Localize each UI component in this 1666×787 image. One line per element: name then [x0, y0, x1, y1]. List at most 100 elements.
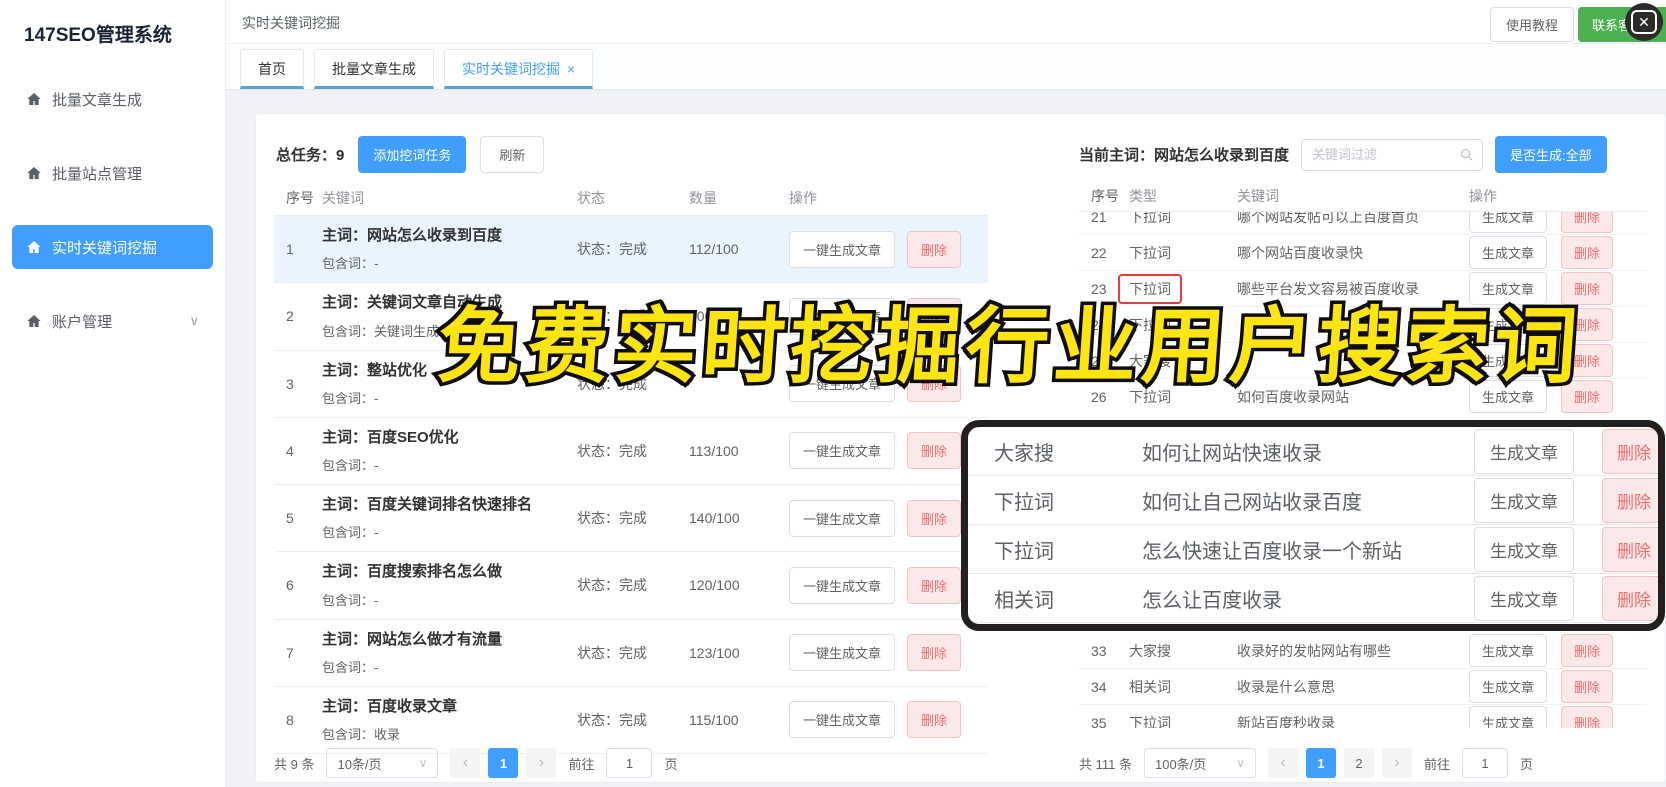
- task-row-num: 2: [286, 308, 294, 325]
- keyword-row[interactable]: 22 下拉词 哪个网站百度收录快 生成文章 删除: [1079, 235, 1647, 271]
- callout-type: 下拉词: [994, 491, 1054, 514]
- delete-button[interactable]: 删除: [907, 634, 962, 672]
- delete-button[interactable]: 删除: [1602, 477, 1658, 523]
- delete-button[interactable]: 删除: [1561, 634, 1614, 667]
- keyword-text: 哪些平台发文容易被百度收录: [1237, 280, 1419, 297]
- sidebar-item-site-batch[interactable]: 批量站点管理: [12, 151, 213, 195]
- keyword-actions: 生成文章 删除: [1469, 706, 1647, 728]
- tab-article-batch[interactable]: 批量文章生成: [314, 49, 434, 89]
- one-click-generate-button[interactable]: 一键生成文章: [789, 230, 896, 268]
- add-mining-task-button[interactable]: 添加挖词任务: [358, 136, 467, 173]
- task-actions: 一键生成文章 删除: [789, 499, 988, 537]
- task-qty: 123/100: [689, 644, 740, 661]
- generate-all-button[interactable]: 是否生成:全部: [1495, 136, 1607, 173]
- callout-keyword: 怎么让百度收录: [1142, 589, 1282, 612]
- page-button-2[interactable]: 2: [1343, 748, 1374, 778]
- col-header-qty: 数量: [689, 189, 717, 206]
- task-row-keyword-cell: 主词：百度SEO优化 包含词：-: [322, 428, 577, 474]
- generate-article-button[interactable]: 生成文章: [1474, 575, 1574, 621]
- one-click-generate-button[interactable]: 一键生成文章: [789, 701, 896, 739]
- task-actions: 一键生成文章 删除: [789, 432, 988, 470]
- keyword-pagination: 共 111 条 100条/页 ∨ ‹ 1 2 › 前往 页: [1079, 748, 1533, 778]
- tab-keyword-mining[interactable]: 实时关键词挖掘 ×: [444, 49, 594, 89]
- sidebar-item-article-batch[interactable]: 批量文章生成: [12, 77, 213, 121]
- refresh-button[interactable]: 刷新: [480, 136, 545, 173]
- keyword-row[interactable]: 34 相关词 收录是什么意思 生成文章 删除: [1079, 669, 1647, 705]
- chevron-down-icon: ∨: [189, 313, 199, 328]
- delete-button[interactable]: 删除: [907, 230, 962, 268]
- delete-button[interactable]: 删除: [1561, 706, 1614, 728]
- one-click-generate-button[interactable]: 一键生成文章: [789, 634, 896, 672]
- per-page-select[interactable]: 100条/页 ∨: [1143, 748, 1256, 778]
- per-page-value: 10条/页: [337, 756, 382, 772]
- content-card: 总任务：9 添加挖词任务 刷新 序号 关键词 状态 数量 操作 1 主词：网站怎…: [255, 113, 1666, 783]
- generate-article-button[interactable]: 生成文章: [1469, 634, 1548, 667]
- keyword-row[interactable]: 33 大家搜 收录好的发帖网站有哪些 生成文章 删除: [1079, 633, 1647, 669]
- sidebar-item-account[interactable]: 账户管理 ∨: [12, 299, 213, 343]
- page-button-1[interactable]: 1: [1305, 748, 1336, 778]
- delete-button[interactable]: 删除: [907, 701, 962, 739]
- goto-page-input[interactable]: [606, 748, 653, 778]
- prev-page-button[interactable]: ‹: [450, 748, 481, 778]
- delete-button[interactable]: 删除: [1602, 575, 1658, 621]
- task-row[interactable]: 4 主词：百度SEO优化 包含词：- 状态：完成 113/100 一键生成文章 …: [274, 418, 988, 485]
- task-row[interactable]: 7 主词：网站怎么做才有流量 包含词：- 状态：完成 123/100 一键生成文…: [274, 620, 988, 687]
- delete-button[interactable]: 删除: [907, 566, 962, 604]
- delete-button[interactable]: 删除: [1561, 670, 1614, 703]
- generate-article-button[interactable]: 生成文章: [1474, 526, 1574, 572]
- tutorial-button[interactable]: 使用教程: [1489, 7, 1574, 42]
- keyword-filter-input[interactable]: [1301, 138, 1484, 171]
- delete-button[interactable]: 删除: [907, 432, 962, 470]
- delete-button[interactable]: 删除: [907, 499, 962, 537]
- task-row-num: 4: [286, 442, 294, 459]
- task-row[interactable]: 6 主词：百度搜索排名怎么做 包含词：- 状态：完成 120/100 一键生成文…: [274, 552, 988, 620]
- task-row[interactable]: 5 主词：百度关键词排名快速排名 包含词：- 状态：完成 140/100 一键生…: [274, 485, 988, 553]
- sidebar-item-label: 批量站点管理: [52, 165, 143, 183]
- generate-article-button[interactable]: 生成文章: [1469, 706, 1548, 728]
- current-main-word: 当前主词：网站怎么收录到百度: [1079, 147, 1290, 164]
- keyword-row[interactable]: 21 下拉词 哪个网站发帖可以上百度首页 生成文章 删除: [1079, 212, 1647, 235]
- next-page-button[interactable]: ›: [1381, 748, 1412, 778]
- goto-label: 前往: [568, 756, 595, 772]
- col-header-actions: 操作: [789, 189, 817, 206]
- sidebar-item-keyword-mining[interactable]: 实时关键词挖掘: [12, 225, 213, 269]
- one-click-generate-button[interactable]: 一键生成文章: [789, 566, 896, 604]
- task-row-keyword-cell: 主词：百度关键词排名快速排名 包含词：-: [322, 495, 577, 541]
- col-header-actions: 操作: [1469, 187, 1497, 204]
- generate-article-button[interactable]: 生成文章: [1474, 428, 1574, 474]
- goto-page-input[interactable]: [1462, 748, 1508, 778]
- delete-button[interactable]: 删除: [1602, 526, 1658, 572]
- generate-article-button[interactable]: 生成文章: [1469, 236, 1548, 269]
- tab-home[interactable]: 首页: [240, 49, 304, 89]
- delete-button[interactable]: 删除: [1602, 428, 1658, 474]
- keyword-text: 收录是什么意思: [1237, 678, 1335, 695]
- task-qty: 140/100: [689, 510, 740, 527]
- callout-type: 相关词: [994, 589, 1054, 612]
- callout-rows: 大家搜 如何让网站快速收录 生成文章 删除 下拉词 如何让自己网站收录百度 生成…: [968, 427, 1658, 623]
- generate-article-button[interactable]: 生成文章: [1469, 670, 1548, 703]
- one-click-generate-button[interactable]: 一键生成文章: [789, 432, 896, 470]
- close-icon[interactable]: ×: [567, 61, 575, 77]
- generate-article-button[interactable]: 生成文章: [1469, 212, 1548, 233]
- keyword-text: 收录好的发帖网站有哪些: [1237, 642, 1391, 659]
- task-row[interactable]: 8 主词：百度收录文章 包含词：收录 状态：完成 115/100 一键生成文章 …: [274, 687, 988, 754]
- prev-page-button[interactable]: ‹: [1267, 748, 1298, 778]
- next-page-button[interactable]: ›: [526, 748, 557, 778]
- total-tasks-label: 总任务：9: [276, 147, 345, 164]
- callout-type: 下拉词: [994, 540, 1054, 563]
- floating-widget-icon[interactable]: ✕: [1625, 3, 1663, 41]
- page-unit-label: 页: [1520, 756, 1534, 772]
- callout-row: 下拉词 如何让自己网站收录百度 生成文章 删除: [968, 476, 1658, 525]
- generate-article-button[interactable]: 生成文章: [1474, 477, 1574, 523]
- page-button-1[interactable]: 1: [488, 748, 519, 778]
- home-icon: [27, 315, 41, 327]
- per-page-select[interactable]: 10条/页 ∨: [326, 748, 439, 778]
- one-click-generate-button[interactable]: 一键生成文章: [789, 499, 896, 537]
- keyword-table-header: 序号 类型 关键词 操作: [1079, 180, 1647, 212]
- delete-button[interactable]: 删除: [1561, 236, 1614, 269]
- keyword-type-cell: 相关词: [1129, 677, 1237, 697]
- task-row[interactable]: 1 主词：网站怎么收录到百度 包含词：- 状态：完成 112/100 一键生成文…: [274, 216, 988, 284]
- delete-button[interactable]: 删除: [1561, 212, 1614, 233]
- keyword-row[interactable]: 35 下拉词 新站百度秒收录 生成文章 删除: [1079, 705, 1647, 728]
- col-header-type: 类型: [1129, 187, 1157, 204]
